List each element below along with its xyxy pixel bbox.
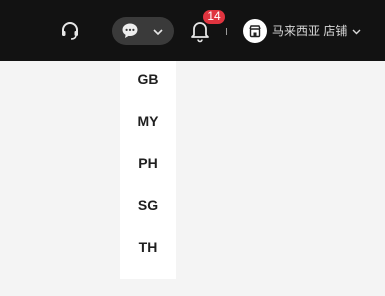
store-icon <box>249 25 261 38</box>
support-button[interactable] <box>59 20 81 42</box>
chat-menu-button[interactable] <box>112 17 174 45</box>
store-name-label[interactable]: 马来西亚 店铺 <box>272 23 347 39</box>
headset-icon <box>62 22 78 40</box>
dropdown-item-sg[interactable]: SG <box>120 190 176 220</box>
dropdown-item-ph[interactable]: PH <box>120 148 176 178</box>
chat-bubble-icon <box>122 23 138 38</box>
dropdown-item-my[interactable]: MY <box>120 106 176 136</box>
top-bar: 14 马来西亚 店铺 <box>0 0 385 61</box>
header-divider <box>226 28 227 35</box>
chevron-down-icon <box>153 29 163 36</box>
notification-count-badge: 14 <box>202 9 226 25</box>
chevron-down-icon[interactable] <box>351 26 362 37</box>
dropdown-item-th[interactable]: TH <box>120 232 176 262</box>
region-dropdown-menu: GB MY PH SG TH <box>120 61 176 279</box>
dropdown-item-gb[interactable]: GB <box>120 64 176 94</box>
store-avatar[interactable] <box>243 19 267 43</box>
